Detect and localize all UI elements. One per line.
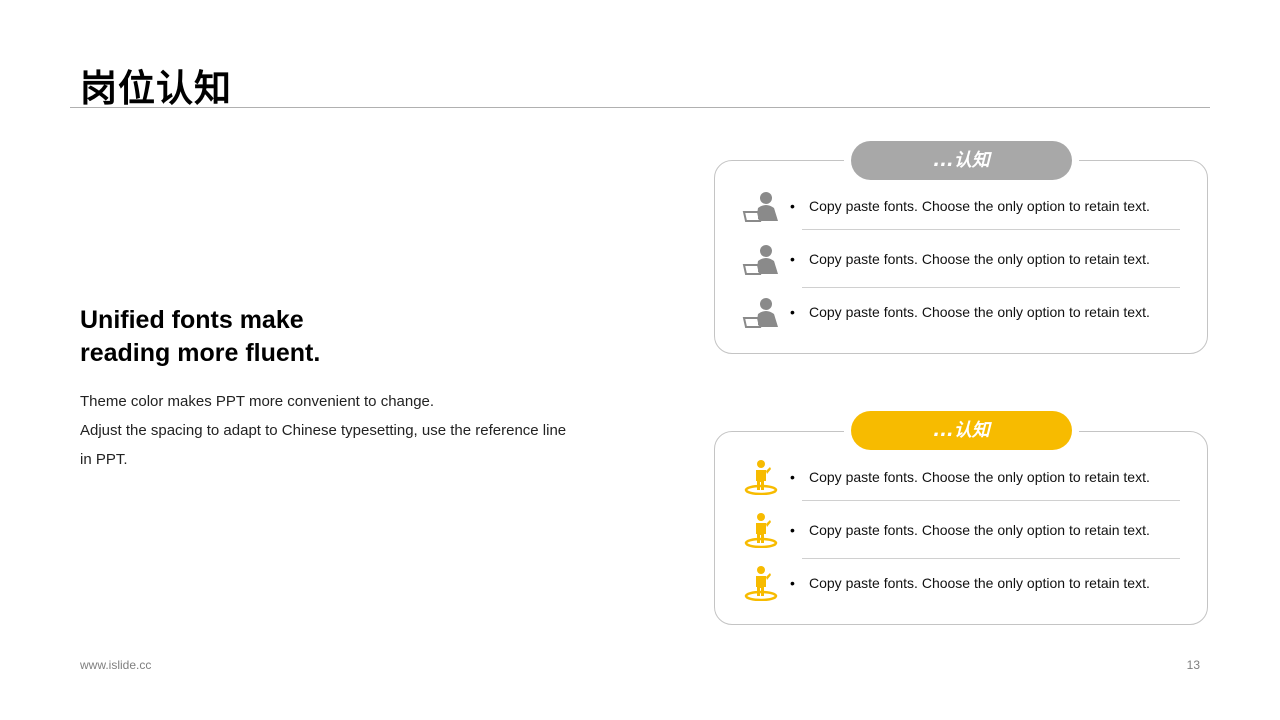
item-text: Copy paste fonts. Choose the only option… [809, 522, 1150, 538]
heading-line-1: Unified fonts make [80, 306, 304, 334]
row-divider [802, 558, 1180, 559]
page-title: 岗位认知 [80, 67, 232, 110]
body-text: Theme color makes PPT more convenient to… [80, 387, 640, 474]
standing-person-icon [744, 513, 778, 548]
row-divider [802, 287, 1180, 288]
standing-person-icon [744, 566, 778, 601]
section-heading: Unified fonts make reading more fluent. [80, 304, 500, 370]
item-text: Copy paste fonts. Choose the only option… [809, 251, 1150, 267]
panel-2-row-2: • Copy paste fonts. Choose the only opti… [740, 508, 1180, 560]
bullet-marker: • [790, 575, 795, 591]
row-divider [802, 500, 1180, 501]
panel-1-row-3: • Copy paste fonts. Choose the only opti… [740, 290, 1180, 342]
heading-line-2: reading more fluent. [80, 339, 321, 367]
person-at-laptop-icon [742, 192, 778, 222]
title-divider [70, 107, 1210, 108]
panel-1-row-2: • Copy paste fonts. Choose the only opti… [740, 237, 1180, 289]
panel-2-row-3: • Copy paste fonts. Choose the only opti… [740, 561, 1180, 613]
bullet-marker: • [790, 251, 795, 267]
footer-url: www.islide.cc [80, 658, 152, 672]
panel-2-label: ...认知 [851, 411, 1072, 450]
bullet-marker: • [790, 304, 795, 320]
row-divider [802, 229, 1180, 230]
body-line-2: Adjust the spacing to adapt to Chinese t… [80, 422, 567, 439]
body-line-3: in PPT. [80, 451, 128, 468]
item-text: Copy paste fonts. Choose the only option… [809, 575, 1150, 591]
standing-person-icon [744, 460, 778, 495]
panel-1-label: ...认知 [851, 141, 1072, 180]
person-at-laptop-icon [742, 298, 778, 328]
body-line-1: Theme color makes PPT more convenient to… [80, 393, 435, 410]
person-at-laptop-icon [742, 245, 778, 275]
item-text: Copy paste fonts. Choose the only option… [809, 304, 1150, 320]
bullet-marker: • [790, 198, 795, 214]
item-text: Copy paste fonts. Choose the only option… [809, 198, 1150, 214]
item-text: Copy paste fonts. Choose the only option… [809, 469, 1150, 485]
bullet-marker: • [790, 469, 795, 485]
bullet-marker: • [790, 522, 795, 538]
page-number: 13 [1186, 658, 1200, 672]
